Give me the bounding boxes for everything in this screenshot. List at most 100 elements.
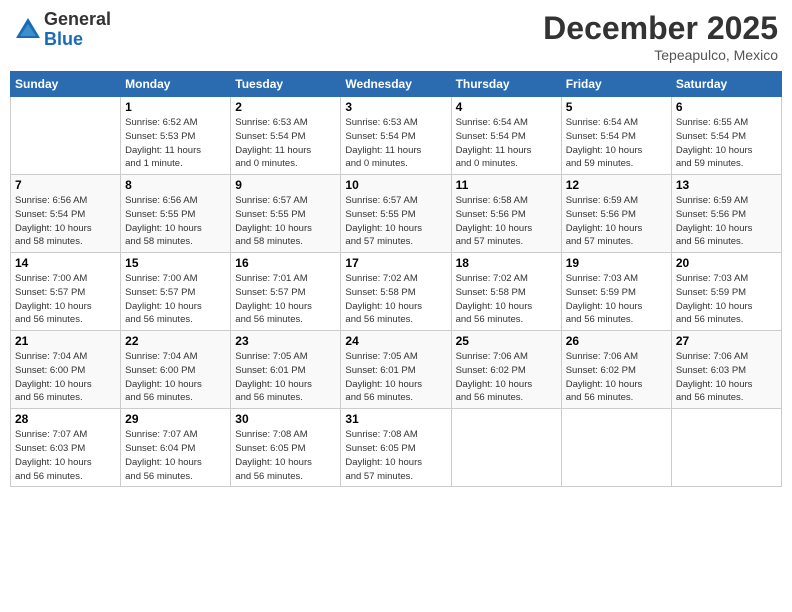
day-number: 9 bbox=[235, 178, 336, 192]
calendar-table: SundayMondayTuesdayWednesdayThursdayFrid… bbox=[10, 71, 782, 487]
calendar-cell: 1 Sunrise: 6:52 AMSunset: 5:53 PMDaylight… bbox=[121, 97, 231, 175]
location-text: Tepeapulco, Mexico bbox=[543, 47, 778, 63]
day-number: 11 bbox=[456, 178, 557, 192]
calendar-cell: 30 Sunrise: 7:08 AMSunset: 6:05 PMDayligh… bbox=[231, 409, 341, 487]
day-number: 22 bbox=[125, 334, 226, 348]
day-info: Sunrise: 7:04 AMSunset: 6:00 PMDaylight:… bbox=[15, 350, 116, 405]
calendar-cell: 8 Sunrise: 6:56 AMSunset: 5:55 PMDaylight… bbox=[121, 175, 231, 253]
weekday-header-thursday: Thursday bbox=[451, 72, 561, 97]
day-info: Sunrise: 6:59 AMSunset: 5:56 PMDaylight:… bbox=[676, 194, 777, 249]
calendar-cell: 15 Sunrise: 7:00 AMSunset: 5:57 PMDayligh… bbox=[121, 253, 231, 331]
calendar-cell: 14 Sunrise: 7:00 AMSunset: 5:57 PMDayligh… bbox=[11, 253, 121, 331]
day-number: 5 bbox=[566, 100, 667, 114]
calendar-cell: 26 Sunrise: 7:06 AMSunset: 6:02 PMDayligh… bbox=[561, 331, 671, 409]
day-number: 3 bbox=[345, 100, 446, 114]
calendar-cell bbox=[451, 409, 561, 487]
calendar-cell: 6Sunrise: 6:55 AMSunset: 5:54 PMDaylight… bbox=[671, 97, 781, 175]
calendar-cell: 12Sunrise: 6:59 AMSunset: 5:56 PMDayligh… bbox=[561, 175, 671, 253]
calendar-cell: 20 Sunrise: 7:03 AMSunset: 5:59 PMDayligh… bbox=[671, 253, 781, 331]
day-info: Sunrise: 6:52 AMSunset: 5:53 PMDaylight:… bbox=[125, 116, 226, 171]
logo-general-text: General bbox=[44, 9, 111, 29]
day-number: 28 bbox=[15, 412, 116, 426]
week-row-4: 21Sunrise: 7:04 AMSunset: 6:00 PMDayligh… bbox=[11, 331, 782, 409]
day-number: 30 bbox=[235, 412, 336, 426]
day-info: Sunrise: 7:07 AMSunset: 6:04 PMDaylight:… bbox=[125, 428, 226, 483]
day-info: Sunrise: 7:04 AMSunset: 6:00 PMDaylight:… bbox=[125, 350, 226, 405]
calendar-cell: 23Sunrise: 7:05 AMSunset: 6:01 PMDayligh… bbox=[231, 331, 341, 409]
day-number: 1 bbox=[125, 100, 226, 114]
calendar-cell: 3 Sunrise: 6:53 AMSunset: 5:54 PMDaylight… bbox=[341, 97, 451, 175]
day-info: Sunrise: 6:56 AMSunset: 5:55 PMDaylight:… bbox=[125, 194, 226, 249]
calendar-cell bbox=[11, 97, 121, 175]
calendar-cell: 13Sunrise: 6:59 AMSunset: 5:56 PMDayligh… bbox=[671, 175, 781, 253]
calendar-cell: 7 Sunrise: 6:56 AMSunset: 5:54 PMDaylight… bbox=[11, 175, 121, 253]
calendar-cell: 31Sunrise: 7:08 AMSunset: 6:05 PMDayligh… bbox=[341, 409, 451, 487]
calendar-cell: 4Sunrise: 6:54 AMSunset: 5:54 PMDaylight… bbox=[451, 97, 561, 175]
weekday-header-monday: Monday bbox=[121, 72, 231, 97]
day-info: Sunrise: 6:58 AMSunset: 5:56 PMDaylight:… bbox=[456, 194, 557, 249]
day-number: 14 bbox=[15, 256, 116, 270]
day-info: Sunrise: 7:02 AMSunset: 5:58 PMDaylight:… bbox=[456, 272, 557, 327]
day-number: 6 bbox=[676, 100, 777, 114]
day-number: 16 bbox=[235, 256, 336, 270]
day-number: 27 bbox=[676, 334, 777, 348]
page-header: General Blue December 2025 Tepeapulco, M… bbox=[10, 10, 782, 63]
day-info: Sunrise: 7:06 AMSunset: 6:03 PMDaylight:… bbox=[676, 350, 777, 405]
day-number: 7 bbox=[15, 178, 116, 192]
day-number: 15 bbox=[125, 256, 226, 270]
weekday-header-saturday: Saturday bbox=[671, 72, 781, 97]
calendar-cell: 29 Sunrise: 7:07 AMSunset: 6:04 PMDayligh… bbox=[121, 409, 231, 487]
calendar-cell: 21Sunrise: 7:04 AMSunset: 6:00 PMDayligh… bbox=[11, 331, 121, 409]
day-info: Sunrise: 6:54 AMSunset: 5:54 PMDaylight:… bbox=[456, 116, 557, 171]
weekday-header-row: SundayMondayTuesdayWednesdayThursdayFrid… bbox=[11, 72, 782, 97]
day-info: Sunrise: 6:56 AMSunset: 5:54 PMDaylight:… bbox=[15, 194, 116, 249]
day-info: Sunrise: 6:53 AMSunset: 5:54 PMDaylight:… bbox=[345, 116, 446, 171]
day-info: Sunrise: 6:57 AMSunset: 5:55 PMDaylight:… bbox=[345, 194, 446, 249]
day-info: Sunrise: 7:08 AMSunset: 6:05 PMDaylight:… bbox=[235, 428, 336, 483]
day-number: 12 bbox=[566, 178, 667, 192]
day-info: Sunrise: 7:05 AMSunset: 6:01 PMDaylight:… bbox=[345, 350, 446, 405]
day-number: 17 bbox=[345, 256, 446, 270]
weekday-header-wednesday: Wednesday bbox=[341, 72, 451, 97]
weekday-header-tuesday: Tuesday bbox=[231, 72, 341, 97]
day-number: 8 bbox=[125, 178, 226, 192]
day-number: 2 bbox=[235, 100, 336, 114]
day-info: Sunrise: 7:03 AMSunset: 5:59 PMDaylight:… bbox=[566, 272, 667, 327]
logo-blue-text: Blue bbox=[44, 29, 83, 49]
calendar-cell: 2Sunrise: 6:53 AMSunset: 5:54 PMDaylight… bbox=[231, 97, 341, 175]
calendar-cell: 28 Sunrise: 7:07 AMSunset: 6:03 PMDayligh… bbox=[11, 409, 121, 487]
calendar-cell: 22 Sunrise: 7:04 AMSunset: 6:00 PMDayligh… bbox=[121, 331, 231, 409]
day-info: Sunrise: 7:07 AMSunset: 6:03 PMDaylight:… bbox=[15, 428, 116, 483]
day-info: Sunrise: 7:06 AMSunset: 6:02 PMDaylight:… bbox=[566, 350, 667, 405]
day-number: 24 bbox=[345, 334, 446, 348]
calendar-cell: 17 Sunrise: 7:02 AMSunset: 5:58 PMDayligh… bbox=[341, 253, 451, 331]
calendar-cell: 27 Sunrise: 7:06 AMSunset: 6:03 PMDayligh… bbox=[671, 331, 781, 409]
week-row-5: 28 Sunrise: 7:07 AMSunset: 6:03 PMDayligh… bbox=[11, 409, 782, 487]
day-info: Sunrise: 7:02 AMSunset: 5:58 PMDaylight:… bbox=[345, 272, 446, 327]
day-number: 20 bbox=[676, 256, 777, 270]
logo-icon bbox=[14, 16, 42, 44]
calendar-cell: 11 Sunrise: 6:58 AMSunset: 5:56 PMDayligh… bbox=[451, 175, 561, 253]
logo: General Blue bbox=[14, 10, 111, 50]
day-info: Sunrise: 7:00 AMSunset: 5:57 PMDaylight:… bbox=[15, 272, 116, 327]
day-number: 29 bbox=[125, 412, 226, 426]
day-info: Sunrise: 7:08 AMSunset: 6:05 PMDaylight:… bbox=[345, 428, 446, 483]
calendar-cell: 19Sunrise: 7:03 AMSunset: 5:59 PMDayligh… bbox=[561, 253, 671, 331]
day-info: Sunrise: 7:05 AMSunset: 6:01 PMDaylight:… bbox=[235, 350, 336, 405]
calendar-cell bbox=[561, 409, 671, 487]
day-info: Sunrise: 7:00 AMSunset: 5:57 PMDaylight:… bbox=[125, 272, 226, 327]
week-row-3: 14 Sunrise: 7:00 AMSunset: 5:57 PMDayligh… bbox=[11, 253, 782, 331]
calendar-cell: 5 Sunrise: 6:54 AMSunset: 5:54 PMDaylight… bbox=[561, 97, 671, 175]
day-number: 25 bbox=[456, 334, 557, 348]
week-row-2: 7 Sunrise: 6:56 AMSunset: 5:54 PMDaylight… bbox=[11, 175, 782, 253]
calendar-cell: 16 Sunrise: 7:01 AMSunset: 5:57 PMDayligh… bbox=[231, 253, 341, 331]
calendar-cell: 25 Sunrise: 7:06 AMSunset: 6:02 PMDayligh… bbox=[451, 331, 561, 409]
day-info: Sunrise: 7:01 AMSunset: 5:57 PMDaylight:… bbox=[235, 272, 336, 327]
day-info: Sunrise: 7:06 AMSunset: 6:02 PMDaylight:… bbox=[456, 350, 557, 405]
day-number: 18 bbox=[456, 256, 557, 270]
day-info: Sunrise: 7:03 AMSunset: 5:59 PMDaylight:… bbox=[676, 272, 777, 327]
day-info: Sunrise: 6:54 AMSunset: 5:54 PMDaylight:… bbox=[566, 116, 667, 171]
day-number: 26 bbox=[566, 334, 667, 348]
calendar-cell: 9Sunrise: 6:57 AMSunset: 5:55 PMDaylight… bbox=[231, 175, 341, 253]
calendar-cell: 18 Sunrise: 7:02 AMSunset: 5:58 PMDayligh… bbox=[451, 253, 561, 331]
